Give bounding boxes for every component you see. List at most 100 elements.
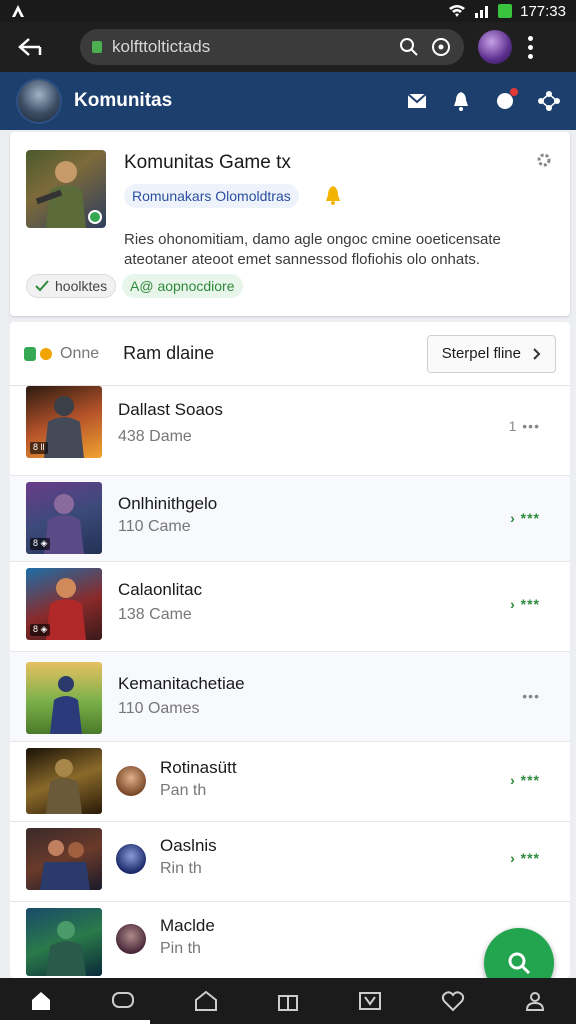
sort-button[interactable]: Sterpel fline — [426, 334, 556, 373]
list-item[interactable]: 8 ◈ Calaonlitac 138 Came › *** — [10, 562, 570, 652]
game-subtitle: 110 Came — [118, 518, 191, 535]
search-icon[interactable] — [398, 36, 420, 58]
back-arrow-icon — [18, 38, 42, 56]
game-subtitle: 110 Oames — [118, 700, 200, 717]
back-button[interactable] — [12, 29, 48, 65]
url-bar[interactable]: kolfttoltictads — [80, 29, 464, 65]
nav-profile[interactable] — [520, 986, 550, 1016]
settings-gear-icon[interactable] — [536, 152, 552, 168]
chip-hooks-label: hoolktes — [55, 278, 108, 294]
nav-active-indicator — [0, 1020, 150, 1024]
game-title: Maclde — [160, 916, 215, 935]
sort-button-label: Sterpel fline — [441, 345, 521, 362]
battery-icon — [498, 4, 513, 18]
status-bar: 177:33 — [0, 0, 576, 22]
wifi-icon — [449, 5, 466, 17]
notification-bell-icon[interactable] — [450, 90, 472, 112]
alerts-icon[interactable] — [494, 88, 518, 112]
community-avatar[interactable] — [16, 78, 62, 124]
list-title: Ram dlaine — [123, 343, 215, 363]
community-card: Komunitas Game tx Romunakars Olomoldtras… — [10, 132, 570, 316]
profile-avatar[interactable] — [478, 30, 512, 64]
profile-icon — [525, 992, 544, 1011]
game-thumbnail[interactable] — [26, 662, 102, 734]
heart-icon — [441, 991, 464, 1012]
game-subtitle: 438 Dame — [118, 428, 192, 445]
nav-store[interactable] — [191, 986, 221, 1016]
game-thumbnail[interactable]: 8 ◈ — [26, 568, 102, 640]
game-thumbnail[interactable]: 8 ◈ — [26, 482, 102, 554]
row-action-icon[interactable]: › *** — [510, 510, 540, 526]
list-item[interactable]: Oaslnis Rin th › *** — [10, 822, 570, 902]
bottom-nav — [0, 978, 576, 1024]
game-tag: 8 ll — [30, 442, 48, 454]
app-header: Komunitas — [0, 72, 576, 130]
verified-badge — [88, 210, 102, 224]
signal-icon — [475, 6, 489, 18]
community-subtitle-tag[interactable]: Romunakars Olomoldtras — [124, 184, 299, 208]
nav-chat[interactable] — [108, 986, 138, 1016]
community-title: Komunitas Game tx — [124, 152, 291, 173]
nav-gifts[interactable] — [273, 986, 303, 1016]
row-action-icon[interactable]: › *** — [510, 596, 540, 612]
game-thumbnail[interactable] — [26, 828, 102, 890]
game-title: Calaonlitac — [118, 580, 203, 599]
chevron-right-icon — [533, 347, 541, 360]
list-item[interactable]: Rotinasütt Pan th › *** — [10, 742, 570, 822]
community-thumbnail[interactable] — [26, 150, 106, 228]
creator-avatar[interactable] — [116, 766, 146, 796]
row-action-icon[interactable]: › *** — [510, 850, 540, 866]
game-tag: 8 ◈ — [30, 624, 51, 636]
online-label: Onne — [60, 344, 100, 362]
game-title: Onlhinithgelo — [118, 494, 218, 513]
gift-icon — [277, 995, 298, 1011]
home-icon — [32, 992, 51, 1010]
url-text: kolfttoltictads — [112, 37, 211, 56]
bell-badge-icon[interactable] — [322, 184, 344, 206]
game-thumbnail[interactable] — [26, 748, 102, 814]
store-icon — [194, 990, 217, 1011]
game-list-panel: Onne Ram dlaine Sterpel fline 8 ll Dalla… — [10, 322, 570, 978]
chip-hooks[interactable]: hoolktes — [26, 274, 117, 298]
creator-avatar[interactable] — [116, 844, 146, 874]
game-subtitle: Pin th — [160, 940, 201, 957]
list-item[interactable]: 8 ◈ Onlhinithgelo 110 Came › *** — [10, 476, 570, 562]
header-title: Komunitas — [74, 90, 173, 111]
game-thumbnail[interactable]: 8 ll — [26, 386, 102, 458]
more-menu-icon[interactable] — [528, 35, 533, 59]
inbox-icon[interactable] — [406, 90, 428, 112]
video-icon — [359, 992, 382, 1010]
game-subtitle: 138 Came — [118, 606, 192, 623]
row-action-icon[interactable]: › *** — [510, 772, 540, 788]
creator-avatar[interactable] — [116, 924, 146, 954]
nav-videos[interactable] — [355, 986, 385, 1016]
chat-icon — [112, 992, 135, 1008]
game-thumbnail[interactable] — [26, 908, 102, 976]
list-header: Onne Ram dlaine Sterpel fline — [10, 322, 570, 386]
community-description: Ries ohonomitiam, damo agle ongoc cmine … — [124, 231, 501, 268]
status-time: 177:33 — [520, 2, 566, 20]
list-item[interactable]: 8 ll Dallast Soaos 438 Dame 1 ••• — [10, 386, 570, 476]
share-network-icon[interactable] — [538, 90, 560, 112]
alert-dot — [510, 88, 518, 96]
list-item[interactable]: Kemanitachetiae 110 Oames ••• — [10, 652, 570, 742]
online-indicator — [24, 346, 52, 361]
app-logo-icon — [12, 5, 24, 17]
game-title: Dallast Soaos — [118, 400, 223, 419]
search-icon — [508, 952, 531, 975]
chip-recommended[interactable]: A@ aopnocdiore — [122, 274, 243, 298]
game-title: Kemanitachetiae — [118, 674, 245, 693]
row-more-icon[interactable]: 1 ••• — [509, 418, 540, 434]
game-subtitle: Pan th — [160, 782, 207, 799]
chip-recommended-label: A@ aopnocdiore — [130, 278, 235, 294]
browser-bar: kolfttoltictads — [0, 22, 576, 72]
row-more-icon[interactable]: ••• — [522, 688, 540, 704]
lock-icon — [92, 41, 102, 53]
game-subtitle: Rin th — [160, 860, 202, 877]
check-icon — [35, 280, 49, 292]
game-title: Oaslnis — [160, 836, 217, 855]
nav-favorites[interactable] — [438, 986, 468, 1016]
nav-home[interactable] — [26, 986, 56, 1016]
game-title: Rotinasütt — [160, 758, 237, 777]
refresh-icon[interactable] — [430, 36, 452, 58]
